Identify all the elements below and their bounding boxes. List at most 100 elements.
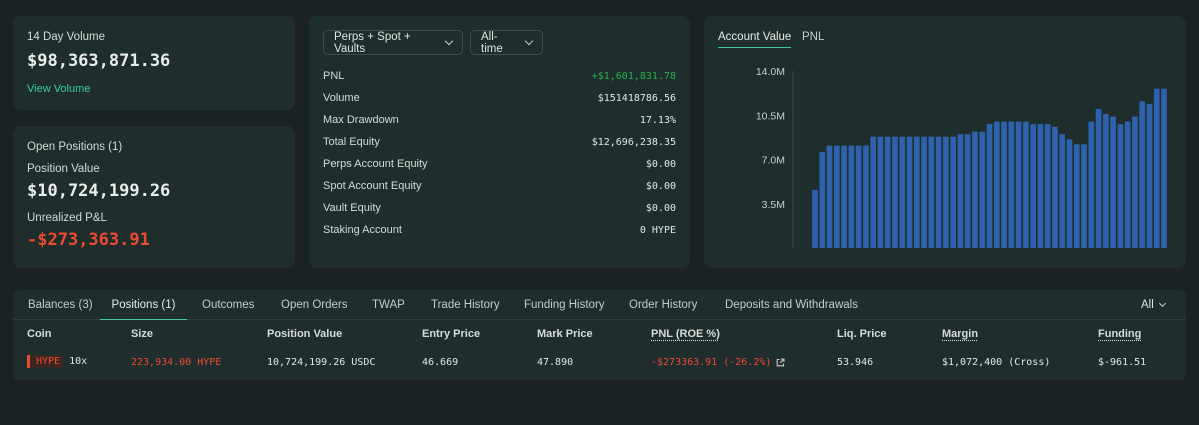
pnl-value: -$273363.91 (-26.2%) bbox=[651, 357, 772, 368]
chart-bar bbox=[1052, 126, 1058, 248]
col-liq-price[interactable]: Liq. Price bbox=[837, 328, 887, 340]
chart-bar bbox=[1139, 101, 1146, 248]
chart-bar bbox=[943, 136, 949, 248]
mark-price-cell: 47.890 bbox=[537, 357, 574, 368]
tab-open-orders[interactable]: Open Orders bbox=[281, 290, 347, 320]
stat-row-perps-equity: Perps Account Equity $0.00 bbox=[323, 156, 676, 172]
pnl-cell: -$273363.91 (-26.2%) bbox=[651, 357, 785, 368]
chart-bar bbox=[1153, 88, 1160, 248]
stat-label: Volume bbox=[323, 92, 360, 104]
positions-panel: Balances (3) Positions (1) Outcomes Open… bbox=[13, 290, 1186, 380]
entry-price-cell: 46.669 bbox=[422, 357, 459, 368]
stat-label: Spot Account Equity bbox=[323, 180, 422, 192]
chart-bar bbox=[935, 136, 942, 248]
chart-bar bbox=[1030, 124, 1036, 248]
chart-bar bbox=[863, 145, 869, 248]
tab-order-history[interactable]: Order History bbox=[629, 290, 697, 320]
scope-dropdown-label: Perps + Spot + Vaults bbox=[334, 30, 411, 55]
col-coin: Coin bbox=[27, 328, 52, 340]
stat-label: Staking Account bbox=[323, 224, 402, 236]
leverage: 10x bbox=[69, 356, 88, 367]
stat-row-volume: Volume $151418786.56 bbox=[323, 90, 676, 106]
volume-card: 14 Day Volume $98,363,871.36 View Volume bbox=[13, 16, 295, 110]
chart-bar bbox=[1066, 139, 1073, 248]
open-positions-card: Open Positions (1) Position Value $10,72… bbox=[13, 126, 295, 268]
timeframe-dropdown-label: All-time bbox=[481, 30, 503, 55]
filter-all-dropdown[interactable]: All bbox=[1141, 290, 1166, 320]
chart-bar bbox=[1103, 113, 1109, 249]
stat-label: Vault Equity bbox=[323, 202, 381, 214]
tab-trade-history[interactable]: Trade History bbox=[431, 290, 500, 320]
external-link-icon[interactable] bbox=[776, 358, 785, 367]
filter-all-label: All bbox=[1141, 299, 1154, 311]
chart-bar bbox=[1059, 134, 1066, 248]
chart-bar bbox=[819, 151, 826, 248]
chart-bar bbox=[1132, 116, 1138, 248]
chart-bar bbox=[950, 136, 956, 248]
stat-label: Total Equity bbox=[323, 136, 380, 148]
tab-outcomes[interactable]: Outcomes bbox=[202, 290, 254, 320]
col-funding[interactable]: Funding bbox=[1098, 328, 1141, 340]
tabs-bar: Balances (3) Positions (1) Outcomes Open… bbox=[13, 290, 1186, 320]
chart-bar bbox=[1008, 121, 1015, 248]
chevron-down-icon bbox=[1158, 299, 1166, 308]
stat-value: 0 HYPE bbox=[639, 224, 676, 236]
chart-bar bbox=[921, 136, 927, 248]
account-value-chart-card: Account Value PNL 14.0M 10.5M 7.0M 3.5M bbox=[704, 16, 1186, 268]
stat-value: $151418786.56 bbox=[597, 92, 676, 104]
chart-bar bbox=[964, 134, 971, 248]
coin-cell[interactable]: HYPE 10x bbox=[27, 355, 87, 368]
chart-bar bbox=[979, 131, 986, 248]
stat-label: Perps Account Equity bbox=[323, 158, 428, 170]
chart-bar bbox=[1001, 121, 1007, 248]
chart-bar bbox=[1088, 121, 1095, 248]
chart-bar bbox=[1044, 124, 1051, 248]
tab-positions[interactable]: Positions (1) bbox=[100, 290, 187, 320]
size-cell: 223,934.00 HYPE bbox=[131, 357, 222, 368]
col-position-value[interactable]: Position Value bbox=[267, 328, 342, 340]
tab-twap[interactable]: TWAP bbox=[372, 290, 405, 320]
position-value: $10,724,199.26 bbox=[27, 181, 171, 201]
tab-balances[interactable]: Balances (3) bbox=[28, 290, 93, 320]
stat-row-total-equity: Total Equity $12,696,238.35 bbox=[323, 134, 676, 150]
stat-row-pnl: PNL +$1,601,831.78 bbox=[323, 68, 676, 84]
account-value-chart: 14.0M 10.5M 7.0M 3.5M bbox=[756, 66, 1167, 249]
position-value-cell: 10,724,199.26 USDC bbox=[267, 357, 376, 368]
chart-bar bbox=[1110, 116, 1116, 248]
stat-value: $0.00 bbox=[645, 158, 676, 170]
y-tick-label: 7.0M bbox=[762, 155, 785, 167]
col-entry-price[interactable]: Entry Price bbox=[422, 328, 480, 340]
chart-bar bbox=[826, 145, 833, 248]
col-margin[interactable]: Margin bbox=[942, 328, 978, 340]
timeframe-dropdown[interactable]: All-time bbox=[470, 30, 543, 55]
chart-bar bbox=[1037, 124, 1044, 248]
unrealized-pnl-value: -$273,363.91 bbox=[27, 230, 150, 250]
col-mark-price[interactable]: Mark Price bbox=[537, 328, 593, 340]
stat-row-vault-equity: Vault Equity $0.00 bbox=[323, 200, 676, 216]
chart-bar bbox=[884, 136, 891, 248]
chart-bar bbox=[848, 145, 855, 248]
chart-bar bbox=[892, 136, 898, 248]
col-pnl[interactable]: PNL (ROE %) bbox=[651, 328, 720, 340]
position-value-label: Position Value bbox=[27, 163, 100, 175]
view-volume-link[interactable]: View Volume bbox=[27, 83, 90, 95]
stat-row-max-drawdown: Max Drawdown 17.13% bbox=[323, 112, 676, 128]
chart-bar bbox=[833, 145, 840, 248]
chart-bar bbox=[913, 136, 920, 248]
chart-bar bbox=[812, 189, 818, 248]
chart-bar bbox=[899, 136, 906, 248]
tab-funding-history[interactable]: Funding History bbox=[524, 290, 605, 320]
stat-value: $0.00 bbox=[645, 202, 676, 214]
col-size[interactable]: Size bbox=[131, 328, 153, 340]
chart-bar bbox=[928, 136, 935, 248]
chart-bar bbox=[855, 145, 862, 248]
volume-label: 14 Day Volume bbox=[27, 31, 105, 43]
volume-value: $98,363,871.36 bbox=[27, 51, 171, 71]
tab-deposits-withdrawals[interactable]: Deposits and Withdrawals bbox=[725, 290, 858, 320]
open-positions-title: Open Positions (1) bbox=[27, 141, 123, 153]
stat-value: +$1,601,831.78 bbox=[591, 70, 676, 82]
scope-dropdown[interactable]: Perps + Spot + Vaults bbox=[323, 30, 463, 55]
chart-bar bbox=[870, 136, 876, 248]
chart-bar bbox=[993, 121, 1000, 248]
chart-bar bbox=[906, 136, 913, 248]
